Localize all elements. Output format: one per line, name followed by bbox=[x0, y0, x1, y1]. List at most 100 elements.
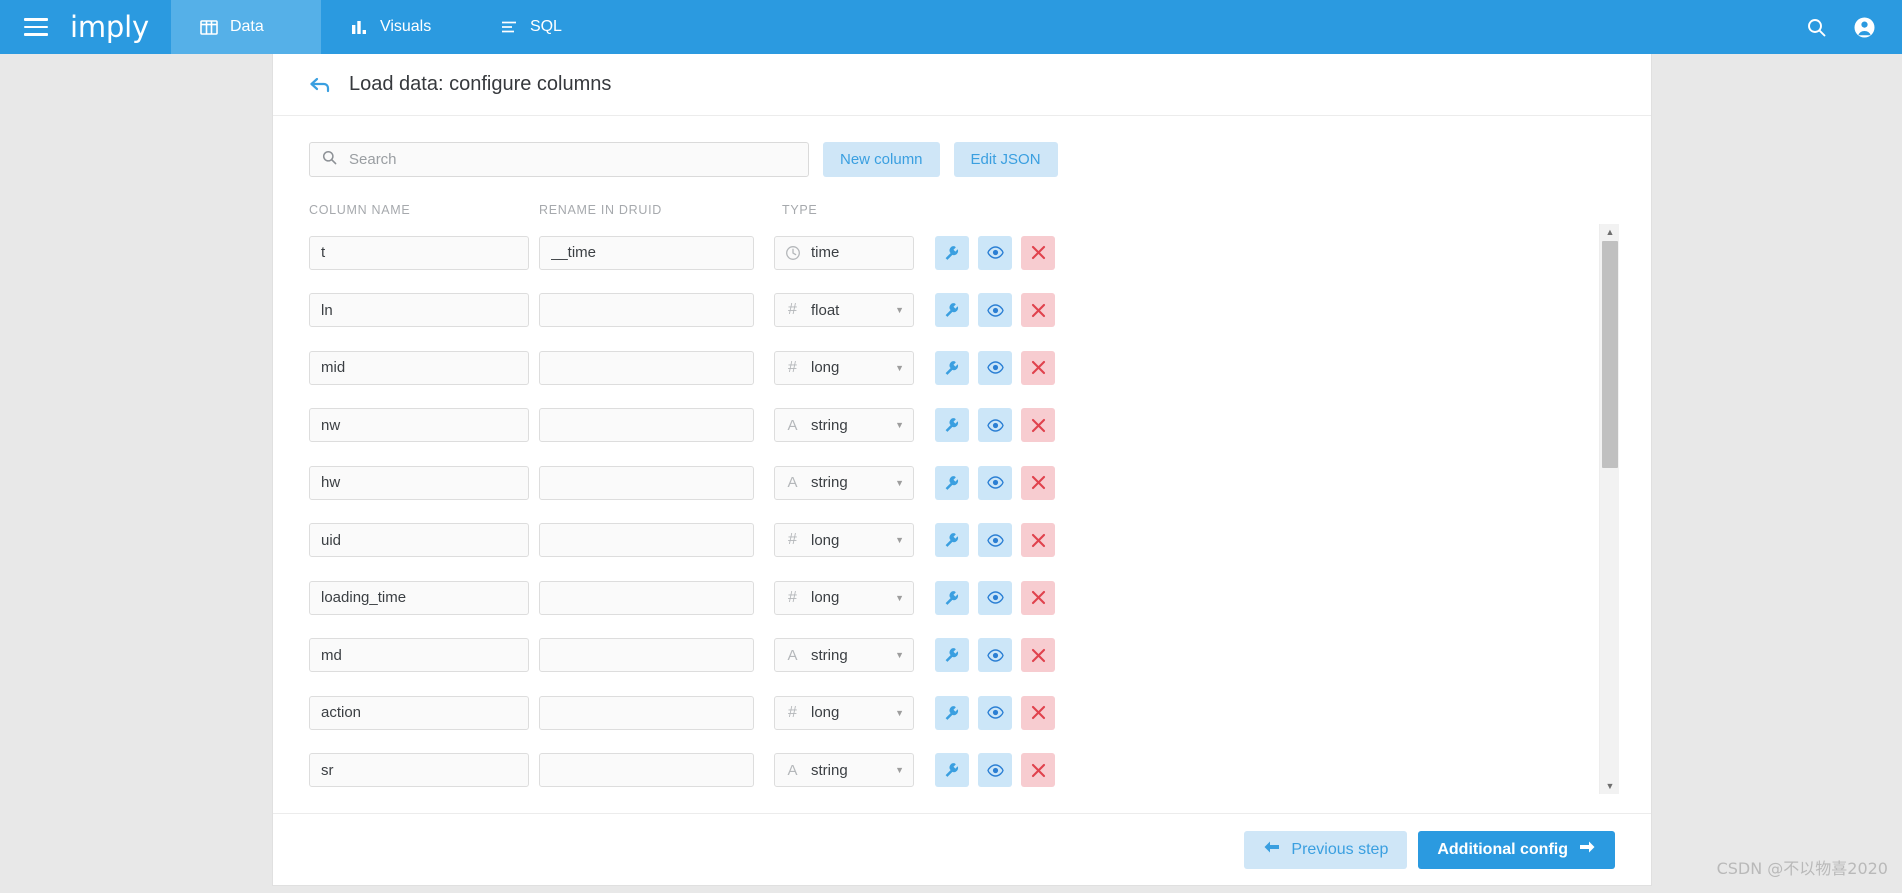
rename-in-druid-input[interactable] bbox=[539, 695, 754, 730]
rename-in-druid-input[interactable] bbox=[539, 408, 754, 443]
preview-column-button[interactable] bbox=[978, 580, 1012, 615]
remove-column-button[interactable] bbox=[1021, 235, 1055, 270]
table-toolbar: New column Edit JSON bbox=[309, 142, 1615, 177]
row-actions bbox=[935, 695, 1055, 730]
hash-icon: # bbox=[788, 703, 797, 721]
remove-column-button[interactable] bbox=[1021, 465, 1055, 500]
eye-icon bbox=[986, 764, 1004, 777]
column-name-input[interactable] bbox=[309, 350, 529, 385]
configure-column-button[interactable] bbox=[935, 523, 969, 558]
column-name-input[interactable] bbox=[309, 408, 529, 443]
close-x-icon bbox=[1031, 418, 1046, 433]
remove-column-button[interactable] bbox=[1021, 638, 1055, 673]
column-name-input[interactable] bbox=[309, 235, 529, 270]
back-arrow-icon[interactable] bbox=[309, 75, 331, 95]
remove-column-button[interactable] bbox=[1021, 695, 1055, 730]
preview-column-button[interactable] bbox=[978, 465, 1012, 500]
triangle-up-icon[interactable]: ▲ bbox=[1600, 224, 1619, 240]
configure-column-button[interactable] bbox=[935, 350, 969, 385]
rename-in-druid-input[interactable] bbox=[539, 753, 754, 788]
arrow-right-icon bbox=[1579, 840, 1596, 859]
additional-config-button[interactable]: Additional config bbox=[1418, 830, 1615, 869]
scrollbar-thumb[interactable] bbox=[1602, 241, 1618, 468]
row-actions bbox=[935, 580, 1055, 615]
load-data-card: Load data: configure columns New column … bbox=[272, 54, 1652, 886]
remove-column-button[interactable] bbox=[1021, 408, 1055, 443]
rename-in-druid-input[interactable] bbox=[539, 293, 754, 328]
previous-step-button[interactable]: Previous step bbox=[1244, 830, 1408, 869]
rename-in-druid-input[interactable] bbox=[539, 638, 754, 673]
hamburger-icon[interactable] bbox=[24, 18, 48, 36]
preview-column-button[interactable] bbox=[978, 235, 1012, 270]
vertical-scrollbar[interactable]: ▲ ▼ bbox=[1599, 224, 1619, 794]
type-select[interactable]: # float ▼ bbox=[774, 293, 914, 328]
type-select[interactable]: Astring ▼ bbox=[774, 638, 914, 673]
remove-column-button[interactable] bbox=[1021, 523, 1055, 558]
configure-column-button[interactable] bbox=[935, 695, 969, 730]
preview-column-button[interactable] bbox=[978, 638, 1012, 673]
column-header-name: COLUMN NAME bbox=[309, 203, 411, 217]
type-select[interactable]: # long ▼ bbox=[774, 350, 914, 385]
brand-logo[interactable]: imply bbox=[70, 12, 149, 42]
rename-in-druid-input[interactable] bbox=[539, 523, 754, 558]
preview-column-button[interactable] bbox=[978, 695, 1012, 730]
letter-a-icon: A bbox=[787, 761, 798, 779]
column-name-input[interactable] bbox=[309, 695, 529, 730]
triangle-down-icon[interactable]: ▼ bbox=[1600, 778, 1619, 794]
type-select[interactable]: time bbox=[774, 235, 914, 270]
user-account-icon[interactable] bbox=[1853, 16, 1876, 39]
row-actions bbox=[935, 350, 1055, 385]
table-row: Astring ▼ bbox=[309, 397, 1619, 455]
table-row: Astring ▼ bbox=[309, 627, 1619, 685]
column-name-input[interactable] bbox=[309, 293, 529, 328]
type-select[interactable]: # long ▼ bbox=[774, 580, 914, 615]
configure-column-button[interactable] bbox=[935, 638, 969, 673]
configure-column-button[interactable] bbox=[935, 235, 969, 270]
nav-tab-sql[interactable]: SQL bbox=[471, 0, 621, 54]
type-select[interactable]: Astring ▼ bbox=[774, 753, 914, 788]
edit-json-button[interactable]: Edit JSON bbox=[953, 142, 1058, 177]
type-select[interactable]: # long ▼ bbox=[774, 695, 914, 730]
close-x-icon bbox=[1031, 360, 1046, 375]
hash-icon: # bbox=[788, 358, 797, 376]
column-name-input[interactable] bbox=[309, 638, 529, 673]
rename-in-druid-input[interactable] bbox=[539, 235, 754, 270]
search-box[interactable] bbox=[309, 142, 809, 177]
column-name-input[interactable] bbox=[309, 580, 529, 615]
preview-column-button[interactable] bbox=[978, 408, 1012, 443]
top-navigation-bar: imply Data Visuals SQL bbox=[0, 0, 1902, 54]
rename-in-druid-input[interactable] bbox=[539, 580, 754, 615]
column-name-input[interactable] bbox=[309, 523, 529, 558]
search-icon[interactable] bbox=[1806, 17, 1827, 38]
column-name-input[interactable] bbox=[309, 465, 529, 500]
type-select[interactable]: Astring ▼ bbox=[774, 465, 914, 500]
rename-in-druid-input[interactable] bbox=[539, 465, 754, 500]
rename-in-druid-input[interactable] bbox=[539, 350, 754, 385]
remove-column-button[interactable] bbox=[1021, 350, 1055, 385]
nav-tab-data[interactable]: Data bbox=[170, 0, 321, 54]
type-select[interactable]: Astring ▼ bbox=[774, 408, 914, 443]
remove-column-button[interactable] bbox=[1021, 580, 1055, 615]
table-row: # float ▼ bbox=[309, 282, 1619, 340]
configure-column-button[interactable] bbox=[935, 753, 969, 788]
preview-column-button[interactable] bbox=[978, 753, 1012, 788]
type-select-label: long bbox=[811, 359, 840, 377]
remove-column-button[interactable] bbox=[1021, 293, 1055, 328]
letter-a-icon: A bbox=[787, 646, 798, 664]
wrench-icon bbox=[944, 417, 960, 433]
preview-column-button[interactable] bbox=[978, 293, 1012, 328]
nav-tab-visuals[interactable]: Visuals bbox=[321, 0, 471, 54]
preview-column-button[interactable] bbox=[978, 523, 1012, 558]
type-select[interactable]: # long ▼ bbox=[774, 523, 914, 558]
brand-zone: imply bbox=[0, 0, 171, 54]
configure-column-button[interactable] bbox=[935, 465, 969, 500]
configure-column-button[interactable] bbox=[935, 293, 969, 328]
search-input[interactable] bbox=[347, 150, 796, 169]
configure-column-button[interactable] bbox=[935, 580, 969, 615]
remove-column-button[interactable] bbox=[1021, 753, 1055, 788]
wrench-icon bbox=[944, 475, 960, 491]
preview-column-button[interactable] bbox=[978, 350, 1012, 385]
configure-column-button[interactable] bbox=[935, 408, 969, 443]
column-name-input[interactable] bbox=[309, 753, 529, 788]
new-column-button[interactable]: New column bbox=[823, 142, 940, 177]
